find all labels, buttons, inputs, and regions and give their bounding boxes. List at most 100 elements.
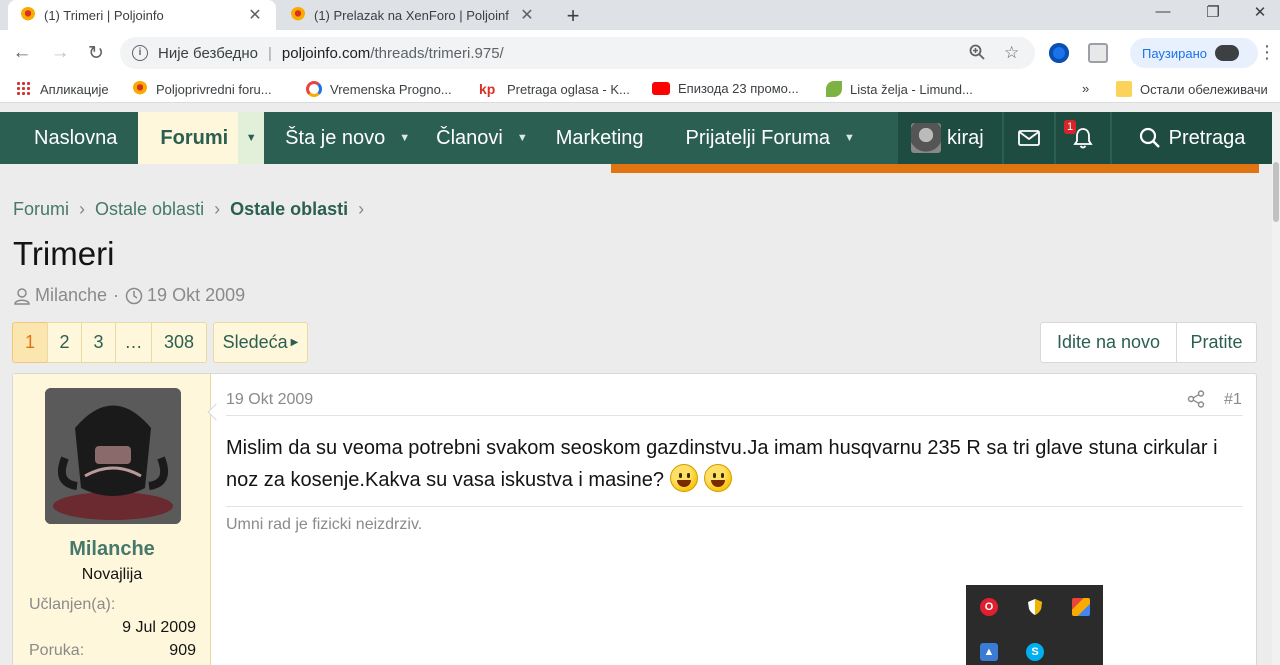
chevron-down-icon[interactable]: ▼ (517, 132, 528, 144)
folder-icon (1116, 81, 1132, 97)
browser-tab[interactable]: (1) Prelazak na XenForo | Poljoinf ✕ (278, 0, 548, 30)
nav-label: Šta je novo (285, 126, 386, 149)
browser-menu-icon[interactable]: ⋮ (1258, 42, 1276, 63)
grinning-smiley-icon (670, 464, 698, 492)
bookmarks-bar: Апликације Poljoprivredni foru... Vremen… (0, 76, 1280, 103)
nav-conversations[interactable] (1004, 112, 1054, 164)
nav-label: Prijatelji Foruma (685, 126, 831, 149)
nav-naslovna[interactable]: Naslovna (0, 112, 138, 164)
extension-icon[interactable] (1049, 43, 1069, 63)
nav-label: Naslovna (34, 126, 118, 149)
chevron-right-icon: › (214, 199, 221, 219)
bookmark-item[interactable]: Lista želja - Limund... (826, 81, 973, 97)
security-label: Није безбедно (158, 44, 259, 62)
zoom-icon[interactable] (968, 43, 986, 66)
limundo-icon (826, 81, 842, 97)
go-to-unread-button[interactable]: Idite na novo (1040, 322, 1177, 363)
user-icon (14, 287, 30, 305)
close-icon[interactable]: ✕ (518, 5, 536, 25)
page-link-last[interactable]: 308 (151, 322, 207, 363)
nav-sta-je-novo[interactable]: Šta je novo ▼ (264, 112, 410, 164)
page-link[interactable]: 2 (47, 322, 82, 363)
nav-label: Marketing (555, 126, 644, 149)
nav-marketing[interactable]: Marketing (528, 112, 644, 164)
info-icon[interactable]: i (132, 45, 148, 61)
bookmark-star-icon[interactable]: ☆ (1004, 43, 1019, 63)
back-icon[interactable]: ← (10, 42, 34, 64)
bookmark-other-folder[interactable]: Остали обележивачи (1116, 81, 1268, 97)
poljoinfo-favicon-icon (132, 81, 148, 97)
defender-icon[interactable]: ▲ (980, 643, 998, 661)
chevron-down-icon[interactable]: ▼ (399, 132, 410, 144)
opera-icon[interactable]: O (980, 598, 998, 616)
bookmark-label: Pretraga oglasa - K... (507, 81, 630, 97)
window-close-icon[interactable]: ✕ (1245, 3, 1275, 21)
nav-accent-bar (611, 164, 1259, 173)
url-host: poljoinfo.com (281, 44, 371, 62)
thread-date[interactable]: 19 Okt 2009 (147, 285, 245, 306)
breadcrumb-item[interactable]: Forumi (13, 199, 69, 220)
nav-alerts[interactable]: 1 (1056, 112, 1110, 164)
alerts-badge: 1 (1064, 120, 1077, 134)
apps-grid-icon (16, 81, 32, 97)
bookmark-item[interactable]: kp Pretraga oglasa - K... (479, 81, 630, 97)
profile-button[interactable]: Паузирано (1130, 38, 1258, 68)
thread-author[interactable]: Milanche (35, 285, 107, 306)
browser-tabstrip: (1) Trimeri | Poljoinfo ✕ (1) Prelazak n… (0, 0, 1280, 30)
nav-clanovi[interactable]: Članovi ▼ (410, 112, 528, 164)
minimize-icon[interactable]: — (1148, 3, 1178, 20)
bookmarks-overflow-button[interactable]: » (1082, 81, 1089, 96)
close-icon[interactable]: ✕ (246, 5, 264, 25)
nav-user-account[interactable]: kiraj (898, 112, 1002, 164)
page-link-current[interactable]: 1 (12, 322, 48, 363)
share-icon[interactable] (1187, 390, 1205, 413)
browser-tab-active[interactable]: (1) Trimeri | Poljoinfo ✕ (8, 0, 276, 30)
bookmark-item[interactable]: Vremenska Progno... (306, 81, 452, 97)
nav-forumi[interactable]: Forumi ▼ (138, 112, 265, 164)
breadcrumb-item[interactable]: Ostale oblasti (95, 199, 204, 220)
app-tray-icon[interactable] (1072, 598, 1090, 616)
gmail-extension-icon[interactable] (1088, 43, 1108, 63)
page-link[interactable]: 3 (81, 322, 116, 363)
new-tab-button[interactable]: + (561, 3, 585, 29)
posts-value[interactable]: 909 (169, 642, 196, 660)
bookmark-apps[interactable]: Апликације (16, 81, 109, 97)
bookmark-label: Poljoprivredni foru... (156, 81, 272, 97)
nav-search[interactable]: Pretraga (1112, 112, 1272, 164)
chevron-down-icon[interactable]: ▼ (844, 132, 855, 144)
next-page-button[interactable]: Sledeća ▶ (213, 322, 308, 363)
watch-thread-button[interactable]: Pratite (1176, 322, 1257, 363)
signature-divider (226, 506, 1243, 507)
shield-icon[interactable] (1026, 598, 1044, 616)
skype-icon[interactable]: S (1026, 643, 1044, 661)
reload-icon[interactable]: ↻ (84, 42, 108, 65)
nav-prijatelji-foruma[interactable]: Prijatelji Foruma ▼ (644, 112, 855, 164)
user-title: Novajlija (81, 566, 143, 583)
bookmark-item[interactable]: Епизода 23 промо... (652, 81, 799, 96)
post-number[interactable]: #1 (1224, 391, 1242, 409)
address-bar[interactable]: i Није безбедно | poljoinfo.com/threads/… (120, 37, 1035, 69)
page-scrollbar[interactable] (1272, 112, 1280, 665)
post-username[interactable]: Milanche (13, 538, 211, 561)
envelope-icon (1018, 130, 1040, 146)
tab-title: (1) Prelazak na XenForo | Poljoinf (314, 7, 509, 23)
breadcrumb-item[interactable]: Ostale oblasti (230, 199, 348, 220)
tab-title: (1) Trimeri | Poljoinfo (44, 7, 164, 23)
avatar[interactable] (45, 388, 181, 524)
forum-nav: Naslovna Forumi ▼ Šta je novo ▼ Članovi … (0, 112, 1280, 164)
poljoinfo-favicon-icon (20, 7, 36, 23)
next-label: Sledeća (222, 332, 288, 352)
forward-icon[interactable]: → (48, 42, 72, 64)
bookmark-label: Апликације (40, 81, 109, 97)
scrollbar-thumb[interactable] (1273, 162, 1279, 222)
post-date[interactable]: 19 Okt 2009 (226, 391, 313, 409)
bookmark-label: Vremenska Progno... (330, 81, 452, 97)
joined-value: 9 Jul 2009 (122, 619, 196, 636)
page-jump[interactable]: … (115, 322, 152, 363)
username: kiraj (947, 126, 984, 149)
url-text[interactable]: poljoinfo.com/threads/trimeri.975/ (282, 45, 504, 62)
chevron-down-icon[interactable]: ▼ (238, 112, 265, 164)
bookmark-item[interactable]: Poljoprivredni foru... (132, 81, 272, 97)
url-path: /threads/trimeri.975/ (370, 44, 504, 62)
restore-icon[interactable]: ❐ (1198, 3, 1228, 21)
